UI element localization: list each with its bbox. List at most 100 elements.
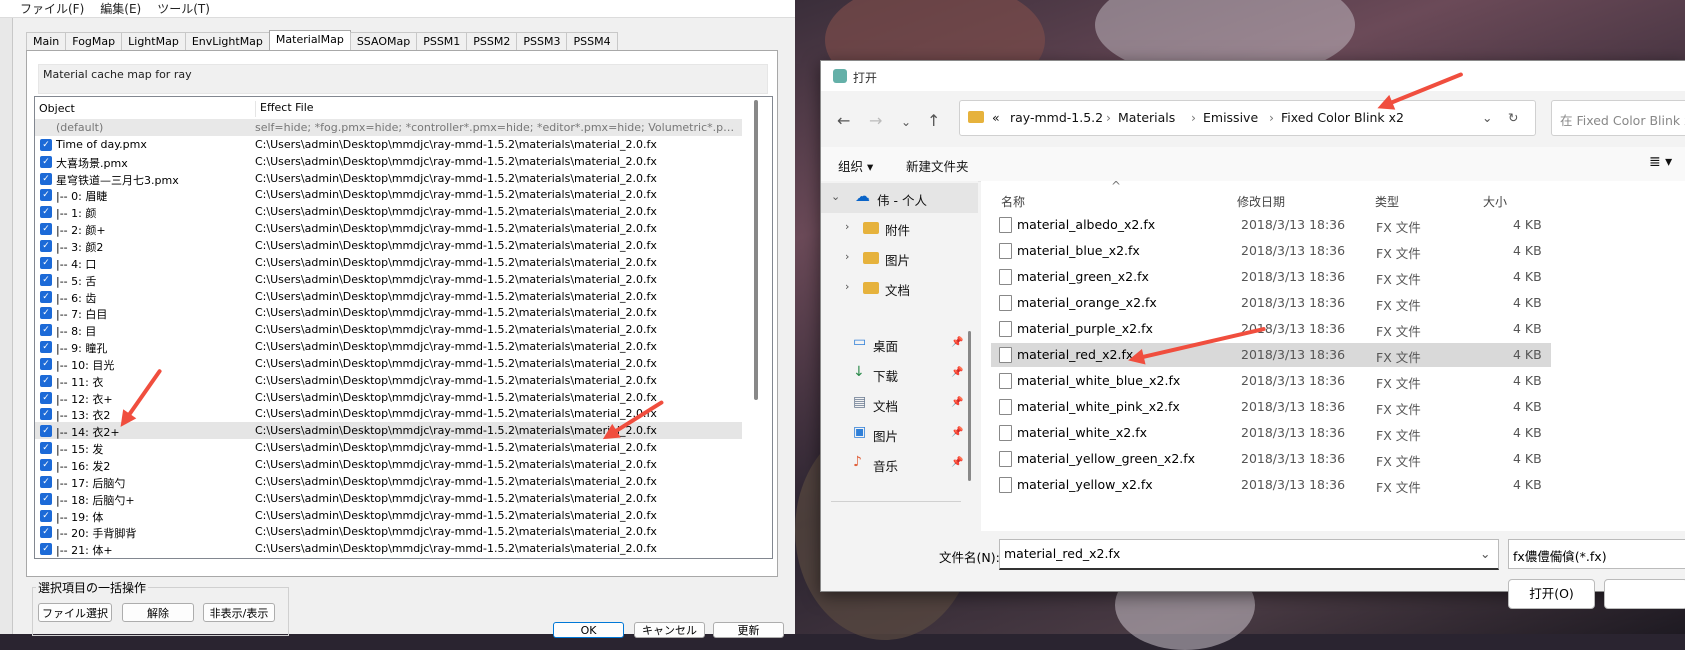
row-checkbox[interactable]: ✓ <box>40 408 52 421</box>
file-row[interactable]: material_orange_x2.fx 2018/3/13 18:36 FX 文… <box>991 291 1551 315</box>
file-row[interactable]: material_yellow_x2.fx 2018/3/13 18:36 FX 文… <box>991 473 1551 497</box>
row-checkbox[interactable]: ✓ <box>40 290 52 303</box>
column-size[interactable]: 大小 <box>1483 193 1507 210</box>
tab-materialmap[interactable]: MaterialMap <box>268 30 351 50</box>
row-checkbox[interactable]: ✓ <box>40 307 52 320</box>
table-row[interactable]: ✓ 星穹铁道—三月七3.pmx C:\Users\admin\Desktop\mmd… <box>35 170 742 187</box>
cancel-button[interactable]: キャンセル <box>634 622 705 638</box>
tab-pssm3[interactable]: PSSM3 <box>516 32 568 50</box>
row-checkbox[interactable]: ✓ <box>40 374 52 387</box>
nav-quick-item[interactable]: ↓ 下载 📌 <box>821 359 978 389</box>
row-checkbox[interactable]: ✓ <box>40 459 52 471</box>
menu-item[interactable]: ツール(T) <box>157 0 210 17</box>
file-row[interactable]: material_white_blue_x2.fx 2018/3/13 18:36… <box>991 369 1551 393</box>
ok-button[interactable]: OK <box>553 622 624 638</box>
clear-button[interactable]: 解除 <box>122 603 194 622</box>
hide-show-button[interactable]: 非表示/表示 <box>203 603 275 622</box>
column-header-effect-file[interactable]: Effect File <box>255 101 314 117</box>
tab-main[interactable]: Main <box>26 32 67 50</box>
table-row[interactable]: ✓ |-- 19: 体 C:\Users\admin\Desktop\mmdjc\r… <box>35 507 742 524</box>
table-row[interactable]: ✓ |-- 17: 后脑勺 C:\Users\admin\Desktop\mmdjc… <box>35 473 742 490</box>
up-arrow-icon[interactable]: ↑ <box>927 111 940 130</box>
row-checkbox[interactable]: ✓ <box>40 206 52 219</box>
file-row[interactable]: material_green_x2.fx 2018/3/13 18:36 FX 文件… <box>991 265 1551 289</box>
row-checkbox[interactable]: ✓ <box>40 138 52 151</box>
filetype-select[interactable]: fx儂僼僃僋(*.fx) <box>1508 539 1685 569</box>
row-checkbox[interactable]: ✓ <box>40 324 52 337</box>
menu-item[interactable]: 編集(E) <box>100 0 141 17</box>
search-box[interactable]: 在 Fixed Color Blink x2 <box>1551 100 1685 136</box>
organize-button[interactable]: 组织 ▾ <box>838 156 873 175</box>
row-checkbox[interactable]: ✓ <box>40 425 52 438</box>
table-row[interactable]: ✓ |-- 8: 目 C:\Users\admin\Desktop\mmdjc\ra… <box>35 321 742 338</box>
nav-quick-item[interactable]: ♪ 音乐 📌 <box>821 449 978 479</box>
row-checkbox[interactable]: ✓ <box>40 391 52 404</box>
tab-envlightmap[interactable]: EnvLightMap <box>184 32 270 50</box>
file-row[interactable]: material_red_x2.fx 2018/3/13 18:36 FX 文件 4 … <box>991 343 1551 367</box>
filename-input[interactable]: material_red_x2.fx ⌄ <box>999 539 1499 570</box>
table-row[interactable]: ✓ |-- 4: 口 C:\Users\admin\Desktop\mmdjc\ra… <box>35 254 742 271</box>
table-row[interactable]: ✓ |-- 2: 颜+ C:\Users\admin\Desktop\mmdjc\r… <box>35 220 742 237</box>
nav-folder-item[interactable]: › 文档 <box>821 273 978 303</box>
row-checkbox[interactable]: ✓ <box>40 341 52 354</box>
row-checkbox[interactable]: ✓ <box>40 155 52 168</box>
file-list[interactable]: 名称 ^ 修改日期 类型 大小 material_albedo_x2.fx 201… <box>981 181 1685 531</box>
chevron-down-icon[interactable]: ⌄ <box>1482 110 1492 125</box>
row-checkbox[interactable]: ✓ <box>40 172 52 185</box>
tab-ssaomap[interactable]: SSAOMap <box>349 32 418 50</box>
recent-chevron-icon[interactable]: ⌄ <box>901 115 911 129</box>
address-bar[interactable]: « ray-mmd-1.5.2 › Materials › Emissive ›… <box>959 100 1536 136</box>
table-row[interactable]: ✓ |-- 9: 瞳孔 C:\Users\admin\Desktop\mmdjc\r… <box>35 338 742 355</box>
column-date[interactable]: 修改日期 <box>1237 193 1285 210</box>
file-row[interactable]: material_white_x2.fx 2018/3/13 18:36 FX 文件… <box>991 421 1551 445</box>
table-row[interactable]: ✓ |-- 14: 衣2+ C:\Users\admin\Desktop\mmdjc… <box>35 422 742 440</box>
file-row[interactable]: material_yellow_green_x2.fx 2018/3/13 18:… <box>991 447 1551 471</box>
tab-fogmap[interactable]: FogMap <box>65 32 123 50</box>
row-checkbox[interactable]: ✓ <box>40 357 52 370</box>
table-row[interactable]: (default) self=hide; *fog.pmx=hide; *cont… <box>35 119 742 136</box>
address-overflow[interactable]: « <box>992 110 1000 125</box>
nav-item-personal[interactable]: ⌄ ☁ 伟 - 个人 <box>821 183 978 213</box>
row-checkbox[interactable]: ✓ <box>40 223 52 236</box>
update-button[interactable]: 更新 <box>713 622 784 638</box>
row-checkbox[interactable]: ✓ <box>40 509 52 522</box>
table-row[interactable]: ✓ |-- 16: 发2 C:\Users\admin\Desktop\mmdjc\… <box>35 456 742 473</box>
table-row[interactable]: ✓ |-- 15: 发 C:\Users\admin\Desktop\mmdjc\r… <box>35 439 742 456</box>
file-row[interactable]: material_albedo_x2.fx 2018/3/13 18:36 FX 文… <box>991 213 1551 237</box>
nav-scrollbar[interactable] <box>968 331 971 481</box>
dialog-cancel-button[interactable] <box>1604 579 1685 609</box>
table-row[interactable]: ✓ |-- 6: 齿 C:\Users\admin\Desktop\mmdjc\ra… <box>35 288 742 305</box>
nav-folder-item[interactable]: › 图片 <box>821 243 978 273</box>
table-row[interactable]: ✓ 大喜场景.pmx C:\Users\admin\Desktop\mmdjc\ra… <box>35 153 742 170</box>
column-type[interactable]: 类型 <box>1375 193 1399 210</box>
nav-quick-item[interactable]: ▣ 图片 📌 <box>821 419 978 449</box>
address-seg-emissive[interactable]: Emissive <box>1203 110 1258 125</box>
row-checkbox[interactable]: ✓ <box>40 475 52 488</box>
table-row[interactable]: ✓ |-- 0: 眉睫 C:\Users\admin\Desktop\mmdjc\r… <box>35 186 742 203</box>
nav-quick-item[interactable]: ▭ 桌面 📌 <box>821 329 978 359</box>
tab-lightmap[interactable]: LightMap <box>121 32 186 50</box>
back-arrow-icon[interactable]: ← <box>837 111 850 130</box>
menu-item[interactable]: ファイル(F) <box>20 0 84 17</box>
table-row[interactable]: ✓ Time of day.pmx C:\Users\admin\Desktop\m… <box>35 136 742 153</box>
select-file-button[interactable]: ファイル選択 <box>38 603 112 622</box>
table-row[interactable]: ✓ |-- 5: 舌 C:\Users\admin\Desktop\mmdjc\ra… <box>35 271 742 288</box>
table-row[interactable]: ✓ |-- 11: 衣 C:\Users\admin\Desktop\mmdjc\r… <box>35 372 742 389</box>
chevron-down-icon[interactable]: ⌄ <box>1480 546 1490 561</box>
column-name[interactable]: 名称 <box>1001 193 1025 210</box>
address-seg-ray-mmd[interactable]: ray-mmd-1.5.2 <box>1010 110 1103 125</box>
table-row[interactable]: ✓ |-- 7: 白目 C:\Users\admin\Desktop\mmdjc\r… <box>35 304 742 321</box>
row-checkbox[interactable]: ✓ <box>40 189 52 202</box>
column-header-object[interactable]: Object <box>39 102 75 115</box>
table-row[interactable]: ✓ |-- 20: 手背脚背 C:\Users\admin\Desktop\mmdj… <box>35 523 742 540</box>
table-row[interactable]: ✓ |-- 10: 目光 C:\Users\admin\Desktop\mmdjc\… <box>35 355 742 372</box>
table-row[interactable]: ✓ |-- 1: 颜 C:\Users\admin\Desktop\mmdjc\ra… <box>35 203 742 220</box>
row-checkbox[interactable]: ✓ <box>40 442 52 455</box>
nav-folder-item[interactable]: › 附件 <box>821 213 978 243</box>
tab-pssm1[interactable]: PSSM1 <box>416 32 468 50</box>
view-menu-icon[interactable]: ≣ ▾ <box>1649 154 1672 170</box>
row-checkbox[interactable]: ✓ <box>40 239 52 252</box>
nav-quick-item[interactable]: ▤ 文档 📌 <box>821 389 978 419</box>
material-list[interactable]: Object Effect File (default) self=hide; *… <box>34 96 773 559</box>
refresh-icon[interactable]: ↻ <box>1508 110 1518 125</box>
